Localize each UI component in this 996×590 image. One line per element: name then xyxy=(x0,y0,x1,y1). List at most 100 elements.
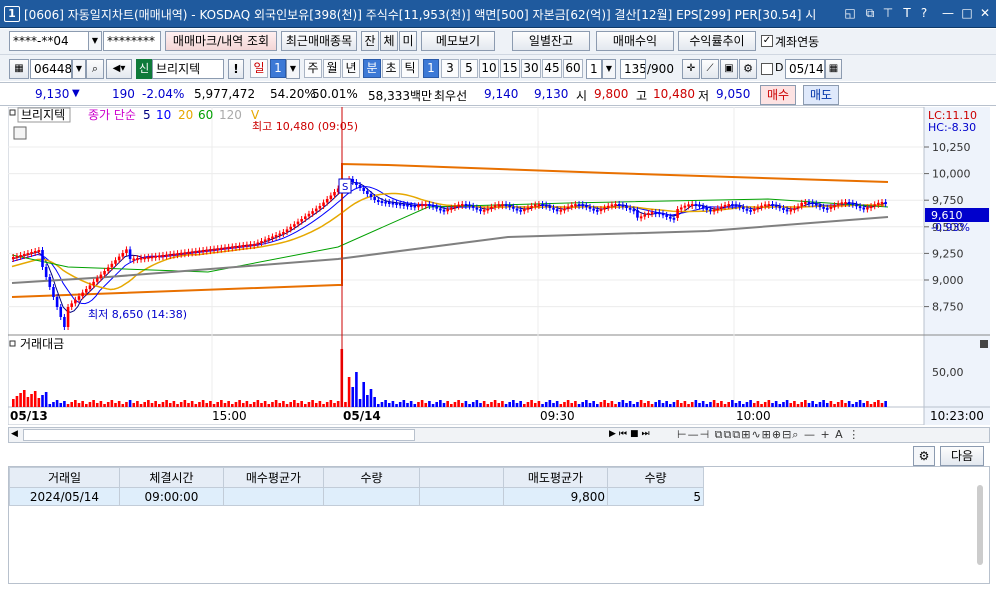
candle-body xyxy=(190,251,194,254)
sound-icon[interactable]: ◀▾ xyxy=(106,59,132,79)
volume-close-icon[interactable] xyxy=(980,340,988,348)
candle-body xyxy=(150,256,154,259)
chart-scrollbar[interactable]: ◀ ▶⏮■⏭ ⊢—⊣ ⧉⧉⧉⊞∿⊞⊕⊟⌕ — + A ⋮ xyxy=(8,427,990,443)
code-dropdown-icon[interactable]: ▼ xyxy=(72,59,86,79)
volume-bar xyxy=(588,403,592,407)
account-link-checkbox[interactable]: ✓ xyxy=(761,35,773,47)
candle-body xyxy=(774,204,778,207)
minute-45-button[interactable]: 45 xyxy=(542,59,562,78)
volume: 5,977,472 xyxy=(194,87,256,101)
settings-icon[interactable]: ⚙ xyxy=(739,59,757,79)
minute-60-button[interactable]: 60 xyxy=(563,59,583,78)
date-checkbox[interactable] xyxy=(761,63,773,75)
account-field[interactable]: ****-**04 xyxy=(9,31,89,51)
crosshair-icon[interactable]: ✛ xyxy=(682,59,700,79)
header-buy-qty: 수량 xyxy=(323,467,420,488)
filled-button[interactable]: 체 xyxy=(380,31,398,51)
help-icon[interactable]: ? xyxy=(916,5,932,21)
volume-bar xyxy=(183,400,187,407)
period-month-button[interactable]: 월 xyxy=(323,59,341,78)
chart-tools-icon[interactable]: ⊢—⊣ ⧉⧉⧉⊞∿⊞⊕⊟⌕ — + A ⋮ xyxy=(677,428,860,442)
date-field[interactable]: 05/14 xyxy=(785,59,825,79)
window-icon[interactable]: ⧉ xyxy=(862,5,878,21)
minimize-icon[interactable]: — xyxy=(940,5,956,21)
volume-bar xyxy=(523,404,526,407)
table-row[interactable]: 2024/05/14 09:00:00 9,800 5 xyxy=(9,487,704,506)
candle-body xyxy=(658,212,661,215)
period-minute-button[interactable]: 분 xyxy=(363,59,381,78)
volume-bar xyxy=(457,400,460,407)
cell-sell-qty: 5 xyxy=(607,487,704,506)
period-day-button[interactable]: 일 xyxy=(250,59,268,78)
stock-code-field[interactable]: 064480 xyxy=(30,59,72,79)
search-icon[interactable]: ⌕ xyxy=(86,59,104,79)
period-tick-button[interactable]: 틱 xyxy=(401,59,419,78)
draw-line-icon[interactable]: ⟋ xyxy=(701,59,719,79)
minute-5-button[interactable]: 5 xyxy=(460,59,478,78)
open-price: 9,800 xyxy=(594,87,629,101)
period-second-button[interactable]: 초 xyxy=(382,59,400,78)
unit-dropdown-icon[interactable]: ▼ xyxy=(602,59,616,79)
y-tick-label: 8,750 xyxy=(932,301,964,314)
settings-gear-icon[interactable]: ⚙ xyxy=(913,446,935,466)
volume-bar xyxy=(825,403,829,407)
volume-bar xyxy=(52,402,55,407)
table-icon[interactable] xyxy=(13,126,27,140)
unit-field[interactable]: 1 xyxy=(586,59,602,79)
volume-bar xyxy=(12,399,15,407)
unfilled-button[interactable]: 미 xyxy=(399,31,417,51)
calendar-icon[interactable]: ▦ xyxy=(825,59,842,79)
candle-body xyxy=(132,258,136,261)
scroll-thumb[interactable] xyxy=(23,429,415,441)
font-icon[interactable]: T xyxy=(899,5,915,21)
volume-bar xyxy=(639,400,643,407)
count-field[interactable]: 135 xyxy=(620,59,646,79)
candle-body xyxy=(106,267,110,271)
minute-10-button[interactable]: 10 xyxy=(479,59,499,78)
account-dropdown-icon[interactable]: ▼ xyxy=(88,31,102,51)
minute-3-button[interactable]: 3 xyxy=(441,59,459,78)
period-week-button[interactable]: 주 xyxy=(304,59,322,78)
playback-controls-icon[interactable]: ▶⏮■⏭ xyxy=(609,429,653,439)
close-icon[interactable]: ✕ xyxy=(977,5,993,21)
minute-1-button[interactable]: 1 xyxy=(423,59,439,78)
candle-body xyxy=(271,236,274,239)
trade-mark-button[interactable]: 매매마크/내역 조회 xyxy=(165,31,277,51)
sell-button[interactable]: 매도 xyxy=(803,85,839,105)
minute-15-button[interactable]: 15 xyxy=(500,59,520,78)
stock-name-field[interactable]: 브리지텍 xyxy=(152,59,224,79)
next-button[interactable]: 다음 xyxy=(940,446,984,466)
volume-bar xyxy=(22,390,26,407)
yield-trend-button[interactable]: 수익률추이 xyxy=(678,31,756,51)
balance-button[interactable]: 잔 xyxy=(361,31,379,51)
trade-profit-button[interactable]: 매매수익 xyxy=(596,31,674,51)
volume-bar xyxy=(464,401,468,407)
volume-bar xyxy=(650,404,654,407)
volume-bar xyxy=(41,395,44,407)
volume-bar xyxy=(48,404,52,407)
alert-button[interactable]: ! xyxy=(228,59,244,79)
grid-toggle-icon[interactable]: ▦ xyxy=(9,59,29,79)
save-icon[interactable]: ▣ xyxy=(720,59,738,79)
recent-trades-button[interactable]: 최근매매종목 xyxy=(281,31,357,51)
pin-icon[interactable]: ⊤ xyxy=(880,5,896,21)
scroll-left-icon[interactable]: ◀ xyxy=(11,429,18,439)
period-year-button[interactable]: 년 xyxy=(342,59,360,78)
memo-button[interactable]: 메모보기 xyxy=(421,31,495,51)
volume-bar xyxy=(749,400,752,407)
candle-body xyxy=(176,253,179,256)
minute-30-button[interactable]: 30 xyxy=(521,59,541,78)
buy-button[interactable]: 매수 xyxy=(760,85,796,105)
period-day-unit[interactable]: 1 xyxy=(270,59,286,78)
candle-body xyxy=(205,249,209,252)
daily-balance-button[interactable]: 일별잔고 xyxy=(512,31,590,51)
price-chart[interactable]: 10,25010,0009,7509,5009,2509,0008,750 브리… xyxy=(8,107,990,425)
password-field[interactable]: ******** xyxy=(103,31,161,51)
maximize-icon[interactable]: □ xyxy=(959,5,975,21)
candle-body xyxy=(209,249,212,252)
volume-bar xyxy=(252,402,256,407)
grid-scrollbar[interactable] xyxy=(977,485,983,565)
layout-icon[interactable]: ◱ xyxy=(842,5,858,21)
hc-value: HC:-8.30 xyxy=(928,121,976,134)
period-dropdown-icon[interactable]: ▼ xyxy=(286,59,300,79)
